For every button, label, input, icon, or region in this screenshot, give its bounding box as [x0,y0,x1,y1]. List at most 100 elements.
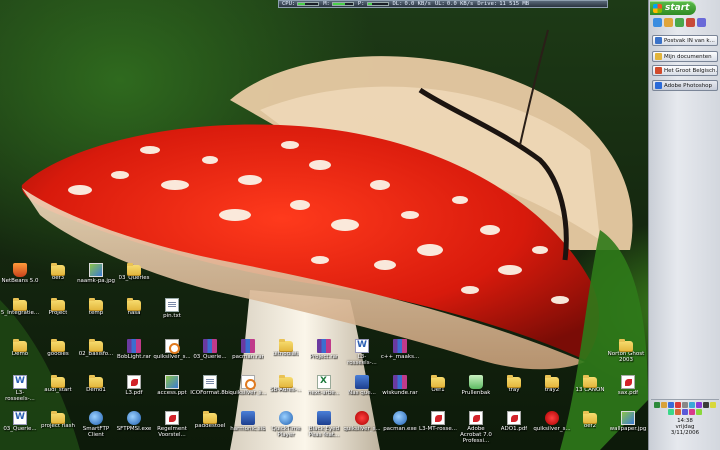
desktop-icon[interactable]: quiksilver_s... [229,375,267,396]
desktop-icon[interactable]: QuickTime Player [267,411,305,438]
desktop-icon[interactable]: quiksilver_s... [533,411,571,432]
desktop-icon[interactable]: L3.pdf [115,375,153,396]
desktop-icon[interactable]: SmartFTP Client [77,411,115,438]
desktop-icon[interactable]: pin.txt [153,298,191,319]
desktop-icon[interactable]: SB-Adres-... [267,375,305,393]
desktop-icon[interactable]: Demo [1,339,39,357]
alert-icon[interactable] [710,402,716,408]
media-player-icon[interactable] [675,18,684,27]
desktop-icon-label: wiskunde.rar [382,390,418,396]
desktop-icon[interactable]: L3-MT-rosse... [419,411,457,432]
taskbar-button[interactable]: Het Groot Belgisch... [652,65,718,76]
desktop-icon[interactable]: Project.rar [305,339,343,360]
start-button[interactable]: start [650,1,696,15]
antivirus-icon[interactable] [675,402,681,408]
desktop-icon[interactable]: c++_maaks... [381,339,419,360]
msn-icon[interactable] [661,402,667,408]
desktop-icon-label: next-arbe... [308,390,340,396]
desktop-icon[interactable]: paddestoel [191,411,229,429]
taskbar-button[interactable]: Postvak IN van k... [652,35,718,46]
desktop-icon[interactable]: audi_start [39,375,77,393]
desktop-icon[interactable]: tray2 [533,375,571,393]
desktop-icon[interactable]: 02_Basisfo... [77,339,115,357]
folder-icon [89,339,103,352]
drive-free: 11 515 MB [499,1,530,7]
desktop-icon[interactable]: Prullenbak [457,375,495,396]
taskbar-button[interactable]: Adobe Photoshop [652,80,718,91]
desktop-icon[interactable]: quiksilver_s... [153,339,191,360]
folder-icon [13,339,27,352]
download-label: DL: [392,1,403,7]
desktop-icon[interactable]: Norton Ghost 2003 [607,339,645,363]
desktop-icon[interactable]: SFTPMSI.exe [115,411,153,432]
folder-icon [279,375,293,388]
desktop-icon[interactable]: access.ppt [153,375,191,396]
desktop-icon[interactable]: 03_Queries [115,263,153,281]
folder-icon [51,375,65,388]
folder-icon [127,298,141,311]
desktop-icon[interactable]: pacman.rar [229,339,267,360]
desktop-icon[interactable]: sax.pdf [609,375,647,396]
desktop-icon[interactable]: nasa [115,298,153,316]
folder-icon [13,298,27,311]
desktop-icon[interactable]: uitnodiais [267,339,305,357]
desktop-icon[interactable]: 5_Integratie... [1,298,39,316]
desktop-icon[interactable]: Adobe Acrobat 7.0 Professi... [457,411,495,444]
desktop-icon[interactable]: BobLight.rar [115,339,153,360]
red-icon [355,411,369,425]
java-icon [165,339,180,354]
desktop-icon[interactable]: project flash [39,411,77,429]
desktop-icon-label: access.ppt [157,390,187,396]
desktop-icon[interactable]: 03_Querie... [191,339,229,360]
display-icon[interactable] [682,409,688,415]
desktop-icon[interactable]: 13 CANON [571,375,609,393]
desktop-icon[interactable]: temp [77,298,115,316]
update-icon[interactable] [689,402,695,408]
desktop-icon[interactable]: L3-rosseels-... [343,339,381,366]
desktop-icon[interactable]: Demo1 [77,375,115,393]
printer-icon[interactable] [703,402,709,408]
java-tray-icon[interactable] [675,409,681,415]
desktop-icon[interactable]: Nas que... [343,375,381,396]
desktop-icon[interactable]: tray [495,375,533,393]
desktop-icon[interactable]: ICOFormat.8bi [190,375,230,396]
desktop-icon[interactable]: next-arbe... [305,375,343,396]
desktop-icon[interactable]: Black Eyed Peas feat... [305,411,343,438]
desktop-icon[interactable]: 03_Querie... [1,411,39,432]
desktop-icon[interactable]: oef2 [571,411,609,429]
desktop-icon[interactable]: naamk-pa.jpg [77,263,115,284]
rar-icon [393,375,407,389]
firefox-icon[interactable] [686,18,695,27]
desktop-icon-label: quiksilver_s... [153,354,191,360]
rar-icon [127,339,141,353]
desktop-icon[interactable]: L3-rosseels-... [1,375,39,402]
desktop-icon-label: QuickTime Player [271,426,301,438]
desktop-icon[interactable]: Oef1 [419,375,457,393]
bluetooth-icon[interactable] [668,402,674,408]
desktop-icon[interactable]: oef3 [39,263,77,281]
system-monitor-bar: CPU: M: P: DL: 0.0 KB/s UL: 0.0 KB/s Drive… [278,0,608,8]
desktop-icon[interactable]: wiskunde.rar [381,375,419,396]
network-icon[interactable] [654,402,660,408]
tray-app-icon[interactable] [696,402,702,408]
media-tray-icon[interactable] [689,409,695,415]
desktop-icon[interactable]: Regelment Voorstel... [153,411,191,438]
folder-icon [655,53,662,60]
show-desktop-icon[interactable] [697,18,706,27]
desktop-icon[interactable]: goodies [39,339,77,357]
taskbar-button[interactable]: Mijn documenten [652,51,718,62]
desktop-icon[interactable]: harmonic.sib [229,411,267,432]
desktop-icon[interactable]: Project [39,298,77,316]
usb-icon[interactable] [696,409,702,415]
desktop-icon[interactable]: quiksilver_s... [343,411,381,432]
desktop-icon[interactable]: ADO1.pdf [495,411,533,432]
taskbar-button-label: Het Groot Belgisch... [664,67,718,74]
desktop-icon[interactable]: pacman.exe [381,411,419,432]
desktop-icon-label: Regelment Voorstel... [157,426,187,438]
volume-icon[interactable] [682,402,688,408]
sync-icon[interactable] [668,409,674,415]
ie-icon[interactable] [653,18,662,27]
outlook-icon[interactable] [664,18,673,27]
desktop-icon[interactable]: wallpaper.jpg [609,411,647,432]
desktop-icon[interactable]: NetBeans 5.0 [1,263,39,284]
